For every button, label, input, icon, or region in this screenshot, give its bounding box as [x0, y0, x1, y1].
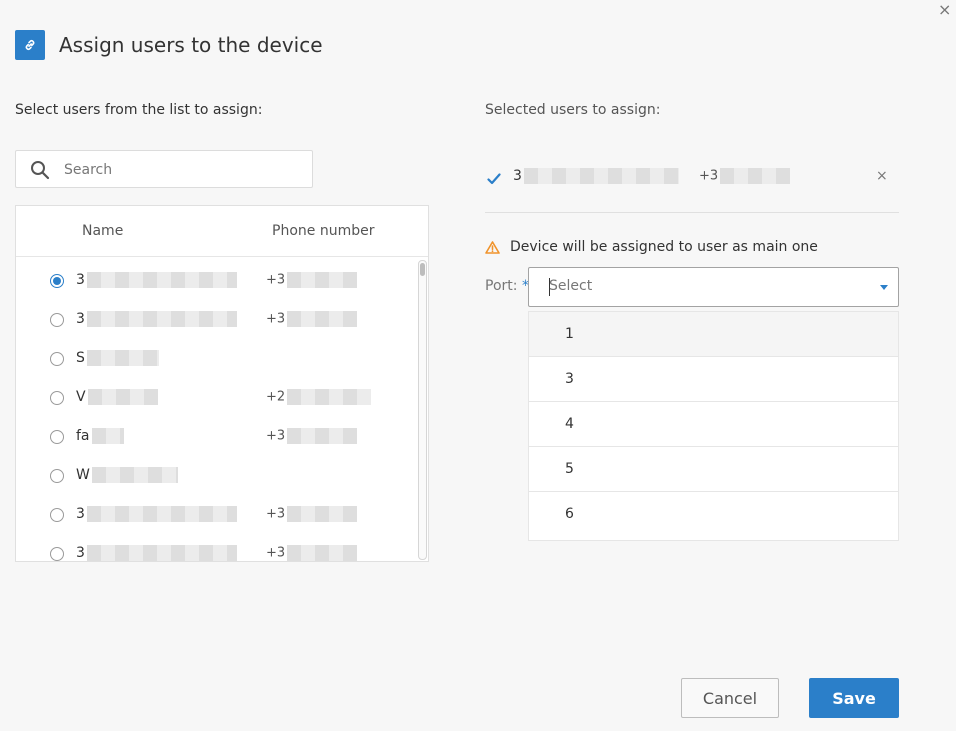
user-radio[interactable]	[50, 469, 64, 483]
table-scrollbar[interactable]	[418, 260, 427, 560]
table-row[interactable]: 3 +3	[16, 498, 416, 536]
table-row[interactable]: fa +3	[16, 420, 416, 458]
warning-message: Device will be assigned to user as main …	[485, 239, 818, 255]
port-select-placeholder: Select	[549, 278, 593, 294]
user-radio[interactable]	[50, 430, 64, 444]
warning-icon	[485, 240, 500, 254]
port-option[interactable]: 1	[529, 312, 898, 357]
save-button[interactable]: Save	[809, 678, 899, 718]
user-name: 3	[76, 506, 237, 522]
redacted-block	[86, 545, 237, 561]
link-icon	[15, 30, 45, 60]
scrollbar-thumb[interactable]	[420, 263, 425, 276]
redacted-block	[287, 272, 358, 288]
remove-user-icon[interactable]: ×	[876, 168, 888, 184]
redacted-block	[87, 389, 158, 405]
redacted-block	[287, 428, 358, 444]
search-box[interactable]	[15, 150, 313, 188]
table-row[interactable]: 3 +3	[16, 303, 416, 341]
port-option[interactable]: 6	[529, 492, 898, 537]
selected-user-name: 3	[513, 168, 679, 184]
redacted-block	[86, 506, 237, 522]
selected-user-phone: +3	[699, 168, 791, 184]
table-header: Name Phone number	[16, 206, 428, 257]
table-row[interactable]: W	[16, 459, 416, 497]
user-phone: +3	[266, 428, 358, 444]
table-row[interactable]: 3 +3	[16, 537, 416, 561]
redacted-block	[523, 168, 679, 184]
user-name: 3	[76, 545, 237, 561]
redacted-block	[720, 168, 791, 184]
redacted-block	[91, 467, 178, 483]
column-header-name: Name	[82, 223, 124, 239]
port-option[interactable]: 5	[529, 447, 898, 492]
user-radio[interactable]	[50, 352, 64, 366]
check-icon	[487, 170, 501, 189]
user-radio[interactable]	[50, 391, 64, 405]
search-icon	[30, 160, 50, 184]
redacted-block	[287, 545, 358, 561]
dialog-title: Assign users to the device	[59, 33, 323, 57]
user-phone: +3	[266, 311, 358, 327]
dropdown-arrow-icon	[880, 285, 888, 290]
port-option[interactable]: 3	[529, 357, 898, 402]
user-name: S	[76, 350, 159, 366]
table-row[interactable]: V +2	[16, 381, 416, 419]
redacted-block	[86, 272, 237, 288]
port-select[interactable]: Select	[528, 267, 899, 307]
selected-users-label: Selected users to assign:	[485, 102, 661, 118]
user-name: fa	[76, 428, 124, 444]
redacted-block	[287, 311, 358, 327]
warning-text: Device will be assigned to user as main …	[510, 239, 818, 255]
users-table: Name Phone number 3 +3 3 +3 S V +2 fa +3…	[15, 205, 429, 562]
user-name: W	[76, 467, 178, 483]
user-phone: +3	[266, 272, 358, 288]
user-phone: +2	[266, 389, 372, 405]
user-name: 3	[76, 311, 237, 327]
user-radio[interactable]	[50, 313, 64, 327]
column-header-phone: Phone number	[272, 223, 375, 239]
user-phone: +3	[266, 545, 358, 561]
user-name: V	[76, 389, 158, 405]
port-label: Port: *	[485, 278, 529, 294]
available-users-label: Select users from the list to assign:	[15, 102, 263, 118]
port-option[interactable]: 4	[529, 402, 898, 447]
user-radio[interactable]	[50, 547, 64, 561]
search-input[interactable]	[62, 159, 296, 181]
user-radio[interactable]	[50, 508, 64, 522]
close-dialog-icon[interactable]: ×	[938, 2, 951, 18]
table-row[interactable]: 3 +3	[16, 264, 416, 302]
table-row[interactable]: S	[16, 342, 416, 380]
user-radio[interactable]	[50, 274, 64, 288]
port-dropdown-menu: 1 3 4 5 6	[528, 311, 899, 541]
cancel-button[interactable]: Cancel	[681, 678, 779, 718]
redacted-block	[287, 506, 358, 522]
user-phone: +3	[266, 506, 358, 522]
redacted-block	[287, 389, 372, 405]
redacted-block	[91, 428, 124, 444]
redacted-block	[86, 311, 237, 327]
redacted-block	[86, 350, 159, 366]
user-name: 3	[76, 272, 237, 288]
selected-user-row: 3 +3 ×	[485, 158, 899, 213]
